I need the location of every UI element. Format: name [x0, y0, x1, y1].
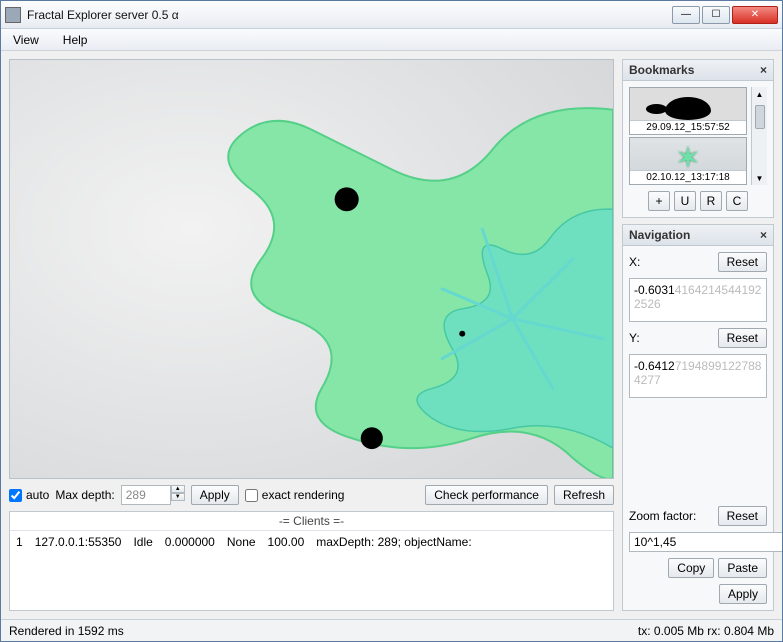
window-buttons: — ☐ ✕: [672, 6, 778, 24]
bookmark-u-button[interactable]: U: [674, 191, 696, 211]
table-row[interactable]: 1 127.0.0.1:55350 Idle 0.000000 None 100…: [10, 530, 613, 553]
bookmarks-title: Bookmarks: [629, 63, 694, 77]
menu-view[interactable]: View: [7, 31, 45, 49]
main-area: auto Max depth: ▲▼ Apply exact rendering…: [1, 51, 782, 619]
statusbar: Rendered in 1592 ms tx: 0.005 Mb rx: 0.8…: [1, 619, 782, 641]
nav-apply-button[interactable]: Apply: [719, 584, 767, 604]
client-v2: None: [227, 535, 256, 549]
client-index: 1: [16, 535, 23, 549]
bookmark-c-button[interactable]: C: [726, 191, 748, 211]
minimize-button[interactable]: —: [672, 6, 700, 24]
scroll-thumb[interactable]: [755, 105, 765, 129]
x-label: X:: [629, 255, 640, 269]
clients-header: -= Clients =-: [10, 512, 613, 530]
bookmark-item[interactable]: 29.09.12_15:57:52: [629, 87, 747, 135]
x-value-sig: -0.6031: [634, 283, 675, 297]
navigation-panel: Navigation × X: Reset -0.603141642145441…: [622, 224, 774, 611]
exact-checkbox-input[interactable]: [245, 489, 258, 502]
left-pane: auto Max depth: ▲▼ Apply exact rendering…: [1, 51, 622, 619]
check-performance-button[interactable]: Check performance: [425, 485, 548, 505]
bookmarks-panel: Bookmarks × 29.09.12_15:57:52 02.10.12_1…: [622, 59, 774, 218]
bookmarks-title-bar: Bookmarks ×: [623, 60, 773, 81]
menubar: View Help: [1, 29, 782, 51]
scroll-up-icon[interactable]: ▲: [752, 87, 767, 101]
client-v3: 100.00: [268, 535, 305, 549]
y-reset-button[interactable]: Reset: [718, 328, 767, 348]
zoom-reset-button[interactable]: Reset: [718, 506, 767, 526]
clients-panel: -= Clients =- 1 127.0.0.1:55350 Idle 0.0…: [9, 511, 614, 611]
bookmark-add-button[interactable]: +: [648, 191, 670, 211]
close-button[interactable]: ✕: [732, 6, 778, 24]
navigation-title-bar: Navigation ×: [623, 225, 773, 246]
y-field[interactable]: -0.641271948991227884277: [629, 354, 767, 398]
bookmark-label: 02.10.12_13:17:18: [630, 170, 746, 184]
maxdepth-input[interactable]: [121, 485, 171, 505]
titlebar: Fractal Explorer server 0.5 α — ☐ ✕: [1, 1, 782, 29]
network-stats: tx: 0.005 Mb rx: 0.804 Mb: [638, 624, 774, 638]
navigation-close-icon[interactable]: ×: [760, 228, 767, 242]
render-time: Rendered in 1592 ms: [9, 624, 124, 638]
window-title: Fractal Explorer server 0.5 α: [27, 8, 672, 22]
zoom-input[interactable]: [629, 532, 782, 552]
client-info: maxDepth: 289; objectName:: [316, 535, 471, 549]
copy-button[interactable]: Copy: [668, 558, 714, 578]
bookmark-item[interactable]: 02.10.12_13:17:18: [629, 137, 747, 185]
x-field[interactable]: -0.603141642145441922526: [629, 278, 767, 322]
navigation-title: Navigation: [629, 228, 690, 242]
client-v1: 0.000000: [165, 535, 215, 549]
bookmark-scrollbar[interactable]: ▲ ▼: [751, 87, 767, 185]
menu-help[interactable]: Help: [57, 31, 94, 49]
apply-button[interactable]: Apply: [191, 485, 239, 505]
exact-rendering-checkbox[interactable]: exact rendering: [245, 488, 345, 502]
controls-row: auto Max depth: ▲▼ Apply exact rendering…: [9, 485, 614, 505]
maximize-button[interactable]: ☐: [702, 6, 730, 24]
maxdepth-spin-buttons[interactable]: ▲▼: [171, 485, 185, 505]
client-state: Idle: [133, 535, 152, 549]
bookmark-r-button[interactable]: R: [700, 191, 722, 211]
refresh-button[interactable]: Refresh: [554, 485, 614, 505]
maxdepth-spinner[interactable]: ▲▼: [121, 485, 185, 505]
fractal-viewport[interactable]: [9, 59, 614, 479]
app-icon: [5, 7, 21, 23]
right-pane: Bookmarks × 29.09.12_15:57:52 02.10.12_1…: [622, 51, 782, 619]
zoom-label: Zoom factor:: [629, 509, 696, 523]
y-value-sig: -0.6412: [634, 359, 675, 373]
auto-checkbox[interactable]: auto: [9, 488, 49, 502]
bookmark-thumbs: 29.09.12_15:57:52 02.10.12_13:17:18 ▲ ▼: [629, 87, 767, 185]
bookmarks-close-icon[interactable]: ×: [760, 63, 767, 77]
exact-label: exact rendering: [262, 488, 345, 502]
paste-button[interactable]: Paste: [718, 558, 767, 578]
scroll-down-icon[interactable]: ▼: [752, 171, 767, 185]
client-addr: 127.0.0.1:55350: [35, 535, 122, 549]
y-label: Y:: [629, 331, 640, 345]
bookmark-buttons: + U R C: [629, 191, 767, 211]
maxdepth-label: Max depth:: [55, 488, 114, 502]
auto-label: auto: [26, 488, 49, 502]
auto-checkbox-input[interactable]: [9, 489, 22, 502]
x-reset-button[interactable]: Reset: [718, 252, 767, 272]
